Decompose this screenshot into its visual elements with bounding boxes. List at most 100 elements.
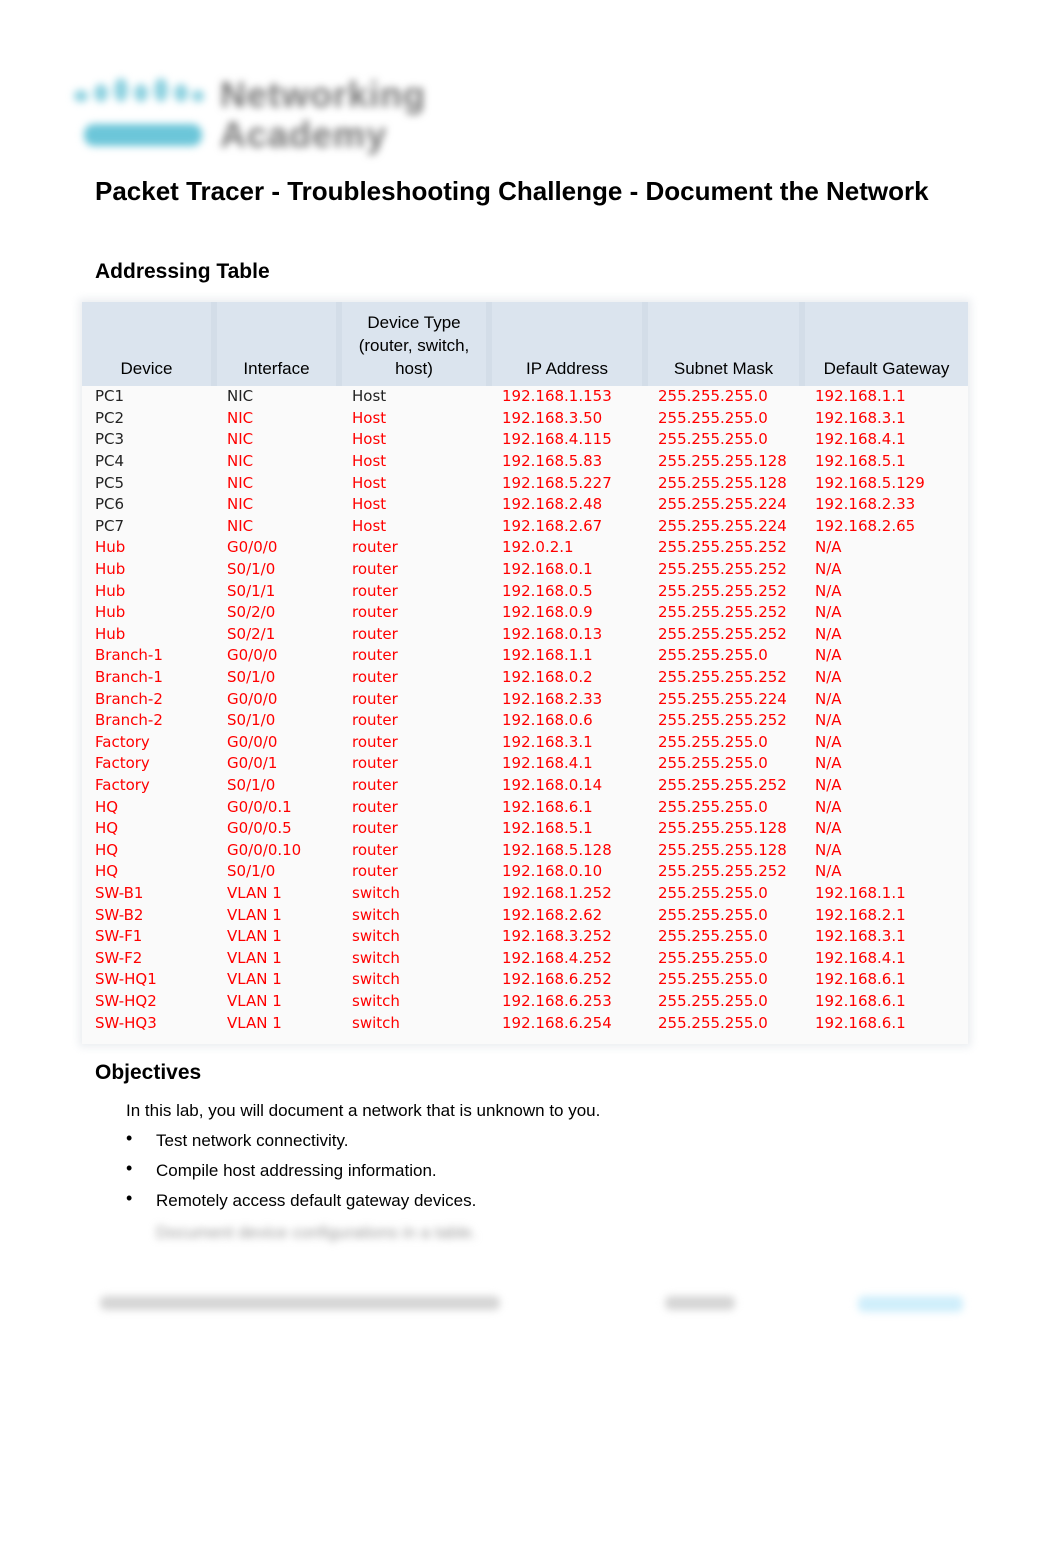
cell-interface: G0/0/1 <box>227 754 278 773</box>
column-header-subnet-mask: Subnet Mask <box>645 302 805 386</box>
cell-interface: S0/2/1 <box>227 624 276 643</box>
cell-ip-address: 192.168.6.253 <box>502 991 612 1010</box>
cell-ip-address: 192.168.1.252 <box>502 883 612 902</box>
table-row: Hub S0/2/1 router 192.168.0.13 255.255.255.2… <box>82 624 968 646</box>
cell-interface: VLAN 1 <box>227 991 282 1010</box>
cell-ip-address: 192.168.1.1 <box>502 646 593 665</box>
cell-device-type: Host <box>352 473 387 492</box>
cell-device: PC2 <box>95 408 125 427</box>
cell-subnet-mask: 255.255.255.0 <box>658 991 768 1010</box>
cell-device: SW-HQ2 <box>95 991 157 1010</box>
cell-device: PC4 <box>95 452 125 471</box>
cell-subnet-mask: 255.255.255.252 <box>658 668 787 687</box>
cell-device-type: router <box>352 711 398 730</box>
cell-interface: NIC <box>227 473 254 492</box>
table-row: Branch-2 G0/0/0 router 192.168.2.33 255.255.… <box>82 688 968 710</box>
table-row: Hub S0/1/0 router 192.168.0.1 255.255.255.25… <box>82 559 968 581</box>
cell-default-gateway: N/A <box>815 603 842 622</box>
cell-interface: VLAN 1 <box>227 1013 282 1032</box>
cell-subnet-mask: 255.255.255.0 <box>658 430 768 449</box>
cell-subnet-mask: 255.255.255.0 <box>658 1013 768 1032</box>
cell-default-gateway: N/A <box>815 646 842 665</box>
cell-ip-address: 192.168.0.5 <box>502 581 593 600</box>
table-row: HQ G0/0/0.1 router 192.168.6.1 255.255.255.0… <box>82 796 968 818</box>
cell-device: PC7 <box>95 516 125 535</box>
cell-subnet-mask: 255.255.255.224 <box>658 689 787 708</box>
cell-device-type: router <box>352 538 398 557</box>
cell-device: HQ <box>95 840 119 859</box>
cell-device-type: router <box>352 624 398 643</box>
cell-device-type: Host <box>352 452 387 471</box>
cell-device-type: router <box>352 603 398 622</box>
cell-default-gateway: 192.168.2.65 <box>815 516 916 535</box>
cell-ip-address: 192.168.6.252 <box>502 970 612 989</box>
cisco-wordmark <box>84 124 202 146</box>
cell-interface: NIC <box>227 387 254 406</box>
cell-subnet-mask: 255.255.255.252 <box>658 538 787 557</box>
cell-ip-address: 192.168.4.1 <box>502 754 593 773</box>
column-header-device-type: Device Type (router, switch, host) <box>339 302 492 386</box>
cell-subnet-mask: 255.255.255.0 <box>658 883 768 902</box>
cell-ip-address: 192.168.0.14 <box>502 775 603 794</box>
cell-interface: NIC <box>227 408 254 427</box>
cell-device-type: Host <box>352 408 387 427</box>
networking-academy-logo: Networking Academy <box>68 72 425 162</box>
objectives-heading: Objectives <box>95 1061 202 1084</box>
cell-ip-address: 192.168.3.1 <box>502 732 593 751</box>
cell-device: Hub <box>95 603 126 622</box>
table-row: Branch-1 S0/1/0 router 192.168.0.2 255.255.2… <box>82 667 968 689</box>
objectives-intro: In this lab, you will document a network… <box>126 1101 601 1120</box>
cell-device-type: router <box>352 819 398 838</box>
cell-device: Branch-2 <box>95 711 163 730</box>
table-row: PC6 NIC Host 192.168.2.48 255.255.255.224 192… <box>82 494 968 516</box>
cell-default-gateway: 192.168.3.1 <box>815 408 906 427</box>
cell-interface: S0/1/1 <box>227 581 276 600</box>
cell-interface: G0/0/0 <box>227 646 278 665</box>
cell-device: Hub <box>95 581 126 600</box>
cell-device: Hub <box>95 538 126 557</box>
cell-device-type: router <box>352 840 398 859</box>
cell-device: SW-B2 <box>95 905 144 924</box>
cell-interface: G0/0/0.1 <box>227 797 292 816</box>
footer-copyright <box>100 1296 500 1310</box>
cell-device-type: router <box>352 668 398 687</box>
cell-device: SW-F2 <box>95 948 143 967</box>
cell-subnet-mask: 255.255.255.0 <box>658 387 768 406</box>
cell-device: PC1 <box>95 387 125 406</box>
cell-ip-address: 192.168.0.13 <box>502 624 603 643</box>
cell-device-type: switch <box>352 883 400 902</box>
cell-device-type: router <box>352 560 398 579</box>
addressing-table: Device Interface Device Type (router, sw… <box>82 302 968 1044</box>
column-header-default-gateway: Default Gateway <box>802 302 968 386</box>
cell-ip-address: 192.168.0.9 <box>502 603 593 622</box>
cell-interface: NIC <box>227 516 254 535</box>
cell-device-type: Host <box>352 495 387 514</box>
cell-interface: VLAN 1 <box>227 970 282 989</box>
cell-device-type: router <box>352 862 398 881</box>
table-row: HQ G0/0/0.10 router 192.168.5.128 255.255.25… <box>82 839 968 861</box>
cell-subnet-mask: 255.255.255.128 <box>658 452 787 471</box>
cell-device-type: switch <box>352 948 400 967</box>
cell-device: Hub <box>95 624 126 643</box>
cell-ip-address: 192.168.0.2 <box>502 668 593 687</box>
cell-subnet-mask: 255.255.255.0 <box>658 732 768 751</box>
table-row: Factory G0/0/1 router 192.168.4.1 255.255.25… <box>82 753 968 775</box>
cell-device-type: router <box>352 581 398 600</box>
cell-subnet-mask: 255.255.255.252 <box>658 624 787 643</box>
table-body: PC1 NIC Host 192.168.1.153 255.255.255.0 192.… <box>82 386 968 1034</box>
cell-subnet-mask: 255.255.255.0 <box>658 408 768 427</box>
cell-default-gateway: 192.168.5.1 <box>815 452 906 471</box>
cell-device: Hub <box>95 560 126 579</box>
table-row: Hub G0/0/0 router 192.0.2.1 255.255.255.252 N… <box>82 537 968 559</box>
cell-device-type: Host <box>352 516 387 535</box>
cisco-bridge-icon <box>74 78 204 108</box>
cell-ip-address: 192.168.5.1 <box>502 819 593 838</box>
cell-interface: S0/1/0 <box>227 862 276 881</box>
column-header-interface: Interface <box>214 302 342 386</box>
cell-device-type: switch <box>352 970 400 989</box>
cell-interface: S0/2/0 <box>227 603 276 622</box>
table-row: PC2 NIC Host 192.168.3.50 255.255.255.0 192.1… <box>82 408 968 430</box>
table-row: HQ S0/1/0 router 192.168.0.10 255.255.255.25… <box>82 861 968 883</box>
table-row: PC3 NIC Host 192.168.4.115 255.255.255.0 192.… <box>82 429 968 451</box>
cell-ip-address: 192.168.3.252 <box>502 927 612 946</box>
